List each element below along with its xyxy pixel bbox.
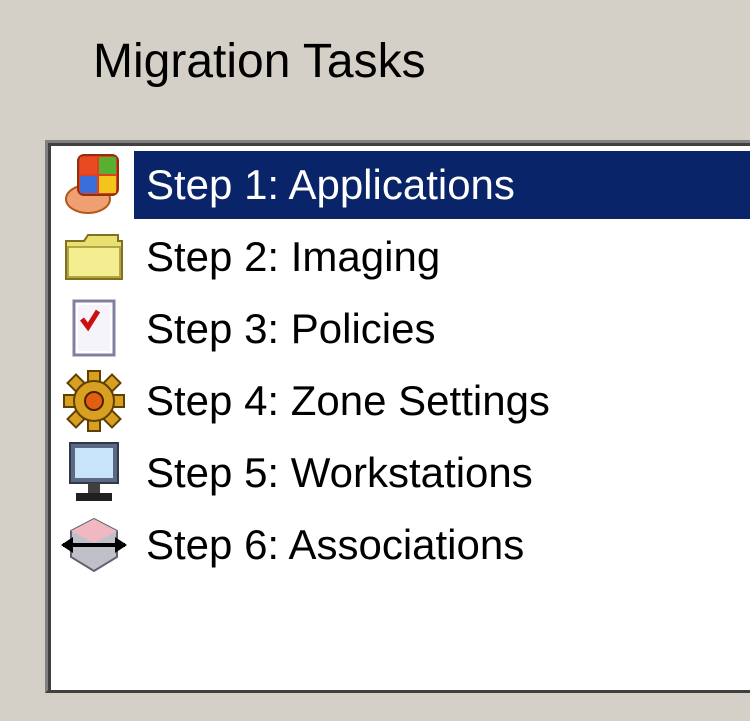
task-item-associations[interactable]: Step 6: Associations [54,509,750,581]
task-item-label: Step 2: Imaging [146,233,441,280]
task-item-zone-settings[interactable]: Step 4: Zone Settings [54,365,750,437]
policy-checklist-icon [54,297,134,361]
task-item-imaging[interactable]: Step 2: Imaging [54,221,750,293]
gear-settings-icon [54,369,134,433]
task-item-label: Step 1: Applications [134,151,750,219]
task-item-applications[interactable]: Step 1: Applications [54,149,750,221]
task-item-label: Step 6: Associations [146,521,525,568]
task-item-label: Step 3: Policies [146,305,436,352]
task-item-policies[interactable]: Step 3: Policies [54,293,750,365]
panel-title: Migration Tasks [93,35,426,88]
task-item-label: Step 5: Workstations [146,449,533,496]
monitor-icon [54,441,134,505]
task-item-workstations[interactable]: Step 5: Workstations [54,437,750,509]
folder-icon [54,225,134,289]
task-list[interactable]: Step 1: Applications Step 2: Imaging Ste… [45,140,750,693]
applications-icon [54,153,134,217]
association-arrows-icon [54,513,134,577]
task-item-label: Step 4: Zone Settings [146,377,550,424]
migration-tasks-panel: Migration Tasks Step 1: Applications Ste… [0,0,750,721]
